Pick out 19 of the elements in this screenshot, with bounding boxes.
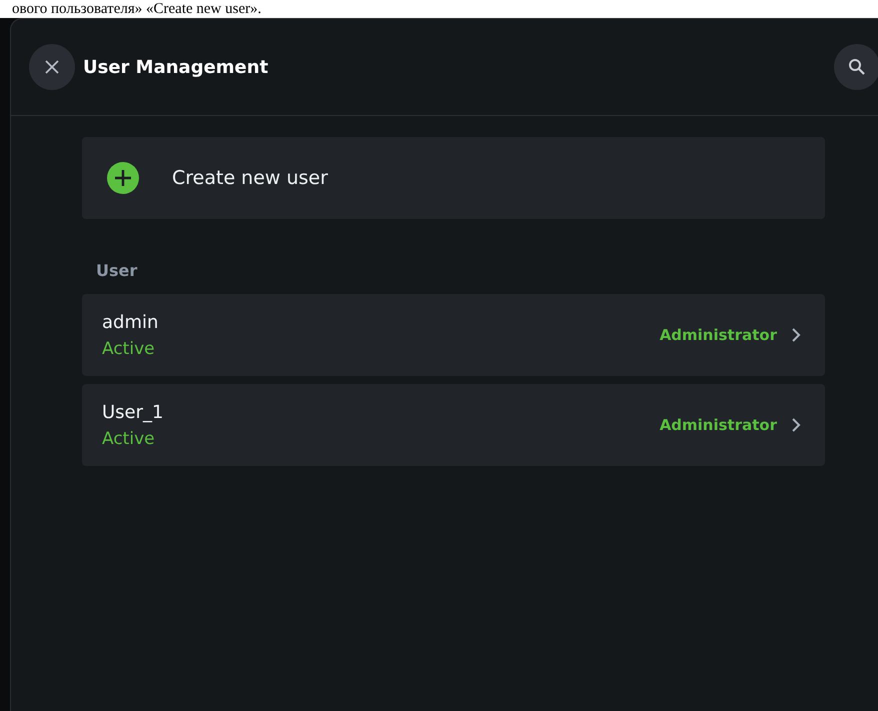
user-role: Administrator (660, 326, 777, 344)
user-role: Administrator (660, 416, 777, 434)
search-icon (848, 58, 866, 76)
close-icon (44, 59, 60, 75)
chevron-right-icon (791, 327, 801, 343)
create-user-button[interactable]: Create new user (82, 137, 825, 219)
dialog-title: User Management (83, 56, 268, 78)
plus-icon (106, 161, 140, 195)
user-row[interactable]: User_1 Active Administrator (82, 384, 825, 466)
section-label: User (96, 261, 138, 280)
chevron-right-icon (791, 417, 801, 433)
user-status: Active (102, 428, 156, 448)
user-name: admin (102, 312, 160, 332)
search-button[interactable] (834, 44, 878, 90)
user-name: User_1 (102, 402, 164, 422)
user-row[interactable]: admin Active Administrator (82, 294, 825, 376)
close-button[interactable] (29, 44, 75, 90)
user-status: Active (102, 338, 156, 358)
caption-text: ового пользователя» «Create new user». (11, 0, 262, 18)
